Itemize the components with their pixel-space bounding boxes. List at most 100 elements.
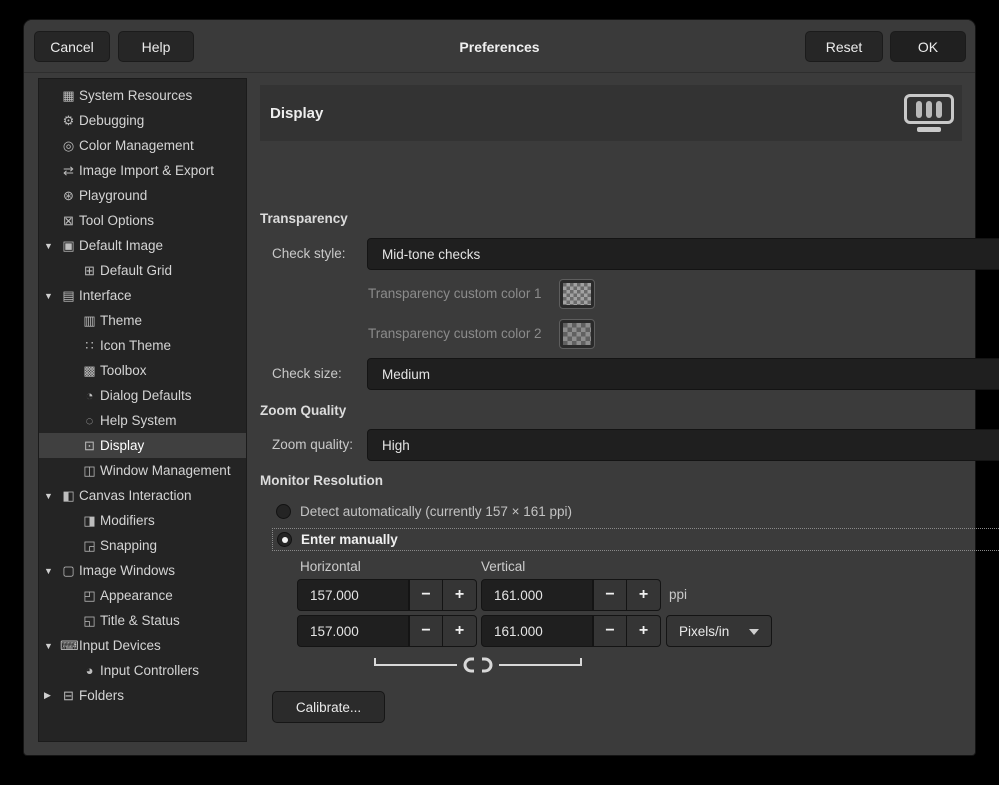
sidebar-item-label: Playground <box>79 188 147 203</box>
sidebar-item-label: Display <box>100 438 144 453</box>
vertical-pixels-input[interactable] <box>481 615 593 647</box>
reset-button[interactable]: Reset <box>805 31 883 62</box>
vertical-column-label: Vertical <box>481 559 525 574</box>
page-title: Display <box>270 105 323 122</box>
transparency-section-title: Transparency <box>260 211 348 226</box>
title-status-icon: ◱ <box>81 613 98 629</box>
sidebar-item-label: Appearance <box>100 588 173 603</box>
interface-icon: ▤ <box>60 288 77 304</box>
sidebar-item-appearance[interactable]: ◰Appearance <box>39 583 246 608</box>
horizontal-column-label: Horizontal <box>300 559 361 574</box>
expand-arrow-icon[interactable]: ▶ <box>44 690 60 701</box>
chevron-down-icon <box>749 629 759 635</box>
collapse-arrow-icon[interactable]: ▼ <box>44 491 60 501</box>
check-size-value: Medium <box>382 367 430 382</box>
unit-value: Pixels/in <box>679 624 729 639</box>
help-ring-icon: ◌ <box>81 413 98 428</box>
sidebar-item-modifiers[interactable]: ◨Modifiers <box>39 508 246 533</box>
sidebar-item-playground[interactable]: ⊛Playground <box>39 183 246 208</box>
sidebar-item-label: Window Management <box>100 463 231 478</box>
ok-button[interactable]: OK <box>890 31 966 62</box>
page-header: Display <box>260 85 962 141</box>
sidebar-item-display[interactable]: ⊡Display <box>39 433 246 458</box>
unit-dropdown[interactable]: Pixels/in <box>666 615 772 647</box>
input-devices-icon: ⌨ <box>60 638 77 654</box>
monitor-resolution-section-title: Monitor Resolution <box>260 473 383 488</box>
collapse-arrow-icon[interactable]: ▼ <box>44 241 60 251</box>
minus-icon[interactable]: − <box>593 615 627 647</box>
enter-manually-radio[interactable] <box>277 532 292 547</box>
sidebar-item-folders[interactable]: ▶⊟Folders <box>39 683 246 708</box>
window-stack-icon: ◫ <box>81 463 98 479</box>
horizontal-pixels-input[interactable] <box>297 615 409 647</box>
horizontal-ppi-input[interactable] <box>297 579 409 611</box>
enter-manually-option[interactable]: Enter manually <box>272 528 999 551</box>
cancel-button[interactable]: Cancel <box>34 31 110 62</box>
sidebar-item-dialog-defaults[interactable]: ◔Dialog Defaults <box>39 383 246 408</box>
plus-icon[interactable]: + <box>627 579 661 611</box>
sidebar-item-label: Interface <box>79 288 132 303</box>
plus-icon[interactable]: + <box>443 579 477 611</box>
sidebar-item-label: Color Management <box>79 138 194 153</box>
custom-color2-swatch[interactable] <box>559 319 595 349</box>
chip-icon: ▦ <box>60 88 77 104</box>
zoom-quality-dropdown[interactable]: High <box>367 429 999 461</box>
sidebar-item-default-grid[interactable]: ⊞Default Grid <box>39 258 246 283</box>
sidebar-item-label: Toolbox <box>100 363 147 378</box>
dialog-header: Preferences Cancel Help Reset OK <box>24 20 975 73</box>
sidebar-item-image-import-export[interactable]: ⇄Image Import & Export <box>39 158 246 183</box>
sidebar-item-label: Default Grid <box>100 263 172 278</box>
chain-link-toggle[interactable] <box>373 656 583 674</box>
sidebar-item-snapping[interactable]: ◲Snapping <box>39 533 246 558</box>
sidebar-item-window-management[interactable]: ◫Window Management <box>39 458 246 483</box>
sidebar-item-tool-options[interactable]: ⊠Tool Options <box>39 208 246 233</box>
plus-icon[interactable]: + <box>627 615 661 647</box>
calibrate-button[interactable]: Calibrate... <box>272 691 385 723</box>
sidebar-item-input-controllers[interactable]: ◕Input Controllers <box>39 658 246 683</box>
collapse-arrow-icon[interactable]: ▼ <box>44 291 60 301</box>
check-style-value: Mid-tone checks <box>382 247 480 262</box>
sidebar-item-canvas-interaction[interactable]: ▼◧Canvas Interaction <box>39 483 246 508</box>
canvas-icon: ◧ <box>60 488 77 504</box>
tool-options-icon: ⊠ <box>60 213 77 229</box>
ppi-unit-label: ppi <box>669 587 687 602</box>
sidebar-item-theme[interactable]: ▥Theme <box>39 308 246 333</box>
detect-automatically-radio[interactable] <box>276 504 291 519</box>
preferences-tree: ▦System Resources ⚙Debugging ◎Color Mana… <box>38 78 247 742</box>
grid-icon: ⊞ <box>81 263 98 279</box>
collapse-arrow-icon[interactable]: ▼ <box>44 566 60 576</box>
sidebar-item-label: Debugging <box>79 113 144 128</box>
sidebar-item-icon-theme[interactable]: ∷Icon Theme <box>39 333 246 358</box>
plus-icon[interactable]: + <box>443 615 477 647</box>
minus-icon[interactable]: − <box>409 615 443 647</box>
sidebar-item-image-windows[interactable]: ▼▢Image Windows <box>39 558 246 583</box>
vertical-ppi-input[interactable] <box>481 579 593 611</box>
sidebar-item-color-management[interactable]: ◎Color Management <box>39 133 246 158</box>
custom-color1-swatch[interactable] <box>559 279 595 309</box>
sidebar-item-system-resources[interactable]: ▦System Resources <box>39 83 246 108</box>
sidebar-item-label: Canvas Interaction <box>79 488 192 503</box>
sidebar-item-input-devices[interactable]: ▼⌨Input Devices <box>39 633 246 658</box>
detect-automatically-label: Detect automatically (currently 157 × 16… <box>300 504 572 519</box>
minus-icon[interactable]: − <box>409 579 443 611</box>
check-size-dropdown[interactable]: Medium <box>367 358 999 390</box>
sidebar-item-label: Folders <box>79 688 124 703</box>
snapping-icon: ◲ <box>81 538 98 554</box>
sidebar-item-help-system[interactable]: ◌Help System <box>39 408 246 433</box>
toolbox-icon: ▩ <box>81 363 98 379</box>
minus-icon[interactable]: − <box>593 579 627 611</box>
sidebar-item-title-status[interactable]: ◱Title & Status <box>39 608 246 633</box>
sidebar-item-label: Title & Status <box>100 613 180 628</box>
sidebar-item-toolbox[interactable]: ▩Toolbox <box>39 358 246 383</box>
image-icon: ▣ <box>60 238 77 254</box>
check-style-dropdown[interactable]: Mid-tone checks <box>367 238 999 270</box>
sidebar-item-interface[interactable]: ▼▤Interface <box>39 283 246 308</box>
sidebar-item-label: Tool Options <box>79 213 154 228</box>
zoom-quality-label: Zoom quality: <box>272 437 353 452</box>
preferences-dialog: Preferences Cancel Help Reset OK ▦System… <box>24 20 975 755</box>
sidebar-item-label: Icon Theme <box>100 338 171 353</box>
sidebar-item-default-image[interactable]: ▼▣Default Image <box>39 233 246 258</box>
help-button[interactable]: Help <box>118 31 194 62</box>
sidebar-item-debugging[interactable]: ⚙Debugging <box>39 108 246 133</box>
collapse-arrow-icon[interactable]: ▼ <box>44 641 60 651</box>
